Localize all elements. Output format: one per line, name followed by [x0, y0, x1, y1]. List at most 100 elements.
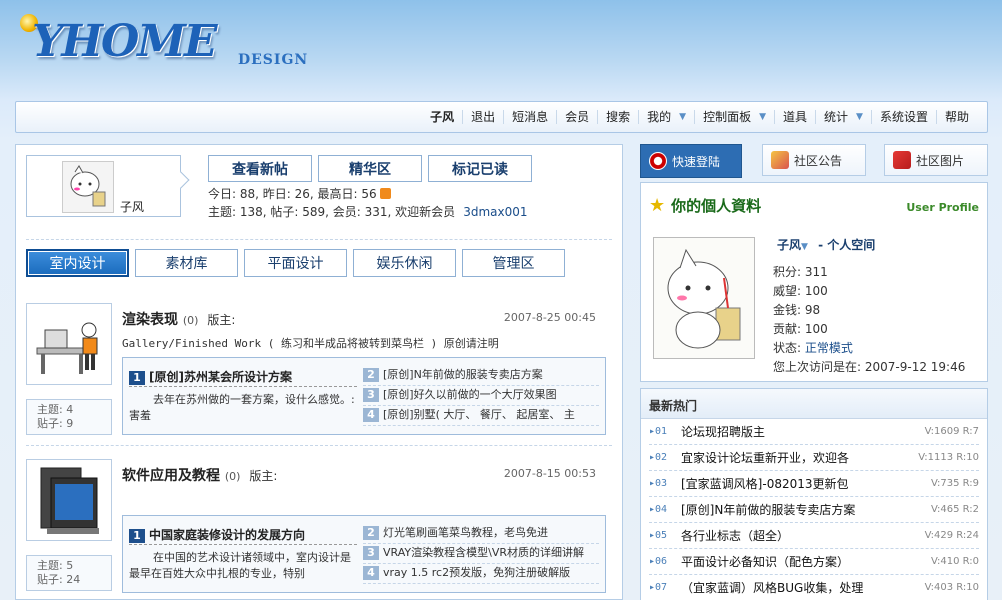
stats-totals: 主题: 138, 帖子: 589, 会员: 331, 欢迎新会员	[208, 205, 456, 219]
hot-topic-rank: ▸04	[649, 504, 668, 515]
forum-last-post-date: 2007-8-25 00:45	[503, 311, 596, 324]
tab-admin[interactable]: 管理区	[462, 249, 565, 277]
profile-avatar[interactable]	[653, 237, 755, 359]
tab-announcements[interactable]: 社区公告	[762, 144, 866, 176]
hot-topic-item[interactable]: ▸05 各行业标志（超全） V:429 R:24	[649, 523, 979, 549]
topic-item[interactable]: 4 vray 1.5 rc2预发版，免狗注册破解版	[363, 564, 599, 584]
profile-title-text: 你的個人資料	[671, 197, 762, 215]
hot-topic-item[interactable]: ▸06 平面设计必备知识（配色方案） V:410 R:0	[649, 549, 979, 575]
profile-status-value[interactable]: 正常模式	[805, 341, 853, 355]
topic-item[interactable]: 2 灯光笔刷画笔菜鸟教程，老鸟免进	[363, 524, 599, 544]
forum-title-link[interactable]: 软件应用及教程	[122, 468, 220, 484]
topic-item-title: vray 1.5 rc2预发版，免狗注册破解版	[383, 566, 571, 579]
lead-topic-title-text: [原创]苏州某会所设计方案	[149, 370, 292, 384]
user-name[interactable]: 子风	[120, 198, 144, 215]
hot-topic-item[interactable]: ▸01 论坛现招聘版主 V:1609 R:7	[649, 419, 979, 445]
topic-item-title: 灯光笔刷画笔菜鸟教程，老鸟免进	[383, 526, 548, 539]
nav-item[interactable]: 系统设置	[870, 110, 936, 124]
profile-title: ★ 你的個人資料	[649, 195, 761, 216]
topic-list: 2 [原创]N年前做的服装专卖店方案 3 [原创]好久以前做的一个大厅效果图 4 [原…	[363, 366, 599, 426]
user-card: 子风	[26, 155, 190, 217]
rss-icon[interactable]	[379, 188, 391, 199]
topic-rank: 4	[363, 408, 379, 422]
mark-read-button[interactable]: 标记已读	[428, 155, 532, 182]
monitor-icon	[40, 467, 99, 534]
hot-topic-item[interactable]: ▸03 [宜家蓝调风格]-082013更新包 V:735 R:9	[649, 471, 979, 497]
hot-topic-title: 宜家设计论坛重新开业，欢迎各	[681, 451, 850, 465]
profile-points: 积分: 311	[773, 265, 828, 279]
profile-name: 子风▼ - 个人空间	[777, 236, 875, 253]
chevron-down-icon[interactable]: ▼	[856, 110, 863, 124]
nav-item[interactable]: 控制面板 ▼	[694, 110, 774, 124]
lead-topic-title[interactable]: 1 中国家庭装修设计的发展方向	[129, 526, 357, 545]
tab-graphic-design[interactable]: 平面设计	[244, 249, 347, 277]
nav-item[interactable]: 退出	[462, 110, 503, 124]
nav-item-label: 道具	[783, 110, 808, 124]
hot-topic-rank: ▸07	[649, 582, 668, 593]
tab-materials[interactable]: 素材库	[135, 249, 238, 277]
hot-topic-item[interactable]: ▸04 [原创]N年前做的服装专卖店方案 V:465 R:2	[649, 497, 979, 523]
topic-item[interactable]: 2 [原创]N年前做的服装专卖店方案	[363, 366, 599, 386]
topic-item[interactable]: 3 VRAY渲染教程含模型\VR材质的详细讲解	[363, 544, 599, 564]
site-logo[interactable]: YHOME DESIGN	[16, 8, 316, 80]
nav-item-label: 会员	[565, 110, 590, 124]
nav-item[interactable]: 搜索	[597, 110, 638, 124]
tab-label: 社区公告	[794, 153, 843, 168]
forum-title-link[interactable]: 渲染表现	[122, 312, 178, 328]
lead-topic-title[interactable]: 1 [原创]苏州某会所设计方案	[129, 368, 357, 387]
tab-interior-design[interactable]: 室内设计	[26, 249, 129, 277]
profile-money: 金钱: 98	[773, 303, 821, 317]
forum-software-icon[interactable]	[26, 459, 112, 541]
forum-render-icon[interactable]	[26, 303, 112, 385]
nav-item[interactable]: 帮助	[935, 110, 977, 124]
personal-space-link[interactable]: - 个人空间	[818, 238, 875, 252]
nav-item[interactable]: 我的 ▼	[638, 110, 694, 124]
forum-moderator: 版主:	[249, 469, 278, 483]
forum-title: 渲染表现 (0) 版主:	[122, 309, 235, 329]
chevron-down-icon[interactable]: ▼	[759, 110, 766, 124]
topic-count: 主题: 4	[37, 403, 74, 416]
tab-label: 社区图片	[916, 153, 965, 168]
board-stats: 今日: 88, 昨日: 26, 最高日: 56 主题: 138, 帖子: 589…	[208, 185, 528, 221]
chevron-down-icon[interactable]: ▼	[801, 242, 808, 252]
nav-item[interactable]: 统计 ▼	[815, 110, 871, 124]
topic-item-title: VRAY渲染教程含模型\VR材质的详细讲解	[383, 546, 584, 559]
star-icon: ★	[649, 195, 666, 216]
hot-topic-item[interactable]: ▸02 宜家设计论坛重新开业，欢迎各 V:1113 R:10	[649, 445, 979, 471]
post-count: 贴子: 9	[37, 417, 74, 430]
chevron-down-icon[interactable]: ▼	[679, 110, 686, 124]
nav-item[interactable]: 子风	[422, 110, 462, 124]
tab-quick-login[interactable]: 快速登陆	[640, 144, 742, 178]
hot-topic-stats: V:403 R:10	[924, 582, 979, 593]
view-new-posts-button[interactable]: 查看新帖	[208, 155, 312, 182]
avatar[interactable]	[62, 161, 114, 213]
topic-item-title: [原创]好久以前做的一个大厅效果图	[383, 388, 557, 401]
lead-topic-excerpt: 在中国的艺术设计诸领域中，室内设计是最早在百姓大众中扎根的专业，特别	[129, 551, 351, 580]
new-member-link[interactable]: 3dmax001	[463, 205, 527, 219]
nav-item[interactable]: 短消息	[503, 110, 556, 124]
profile-last-visit: 您上次访问是在: 2007-9-12 19:46	[773, 360, 966, 374]
tab-pictures[interactable]: 社区图片	[884, 144, 988, 176]
nav-item[interactable]: 会员	[556, 110, 597, 124]
hot-topics-title: 最新热门	[641, 389, 987, 419]
quick-actions: 查看新帖 精华区 标记已读	[208, 155, 532, 182]
sidebar-tabs: 快速登陆 社区公告 社区图片	[640, 144, 988, 178]
tab-entertainment[interactable]: 娱乐休闲	[353, 249, 456, 277]
profile-panel: ★ 你的個人資料 User Profile 子风▼ - 个人空间 积分: 311…	[640, 182, 988, 382]
hot-topic-item[interactable]: ▸07 （宜家蓝调）风格BUG收集，处理 V:403 R:10	[649, 575, 979, 600]
notice-icon	[771, 151, 789, 169]
forum-counts: 主题: 5 贴子: 24	[26, 555, 112, 591]
profile-username[interactable]: 子风	[777, 238, 801, 252]
topic-item[interactable]: 3 [原创]好久以前做的一个大厅效果图	[363, 386, 599, 406]
forum-counts: 主题: 4 贴子: 9	[26, 399, 112, 435]
nav-item-label: 控制面板	[703, 110, 752, 124]
desk-worker-icon	[36, 322, 98, 374]
nav-item[interactable]: 道具	[774, 110, 815, 124]
digest-button[interactable]: 精华区	[318, 155, 422, 182]
hot-topic-stats: V:429 R:24	[924, 530, 979, 541]
nav-item-label: 子风	[430, 110, 455, 124]
lead-topic-excerpt: 去年在苏州做的一套方案，设什么感觉。:害羞	[129, 393, 355, 422]
topic-item[interactable]: 4 [原创]别墅( 大厅、 餐厅、 起居室、 主	[363, 406, 599, 426]
lead-topic-title-text: 中国家庭装修设计的发展方向	[149, 528, 306, 542]
logo-text: YHOME	[32, 16, 218, 67]
